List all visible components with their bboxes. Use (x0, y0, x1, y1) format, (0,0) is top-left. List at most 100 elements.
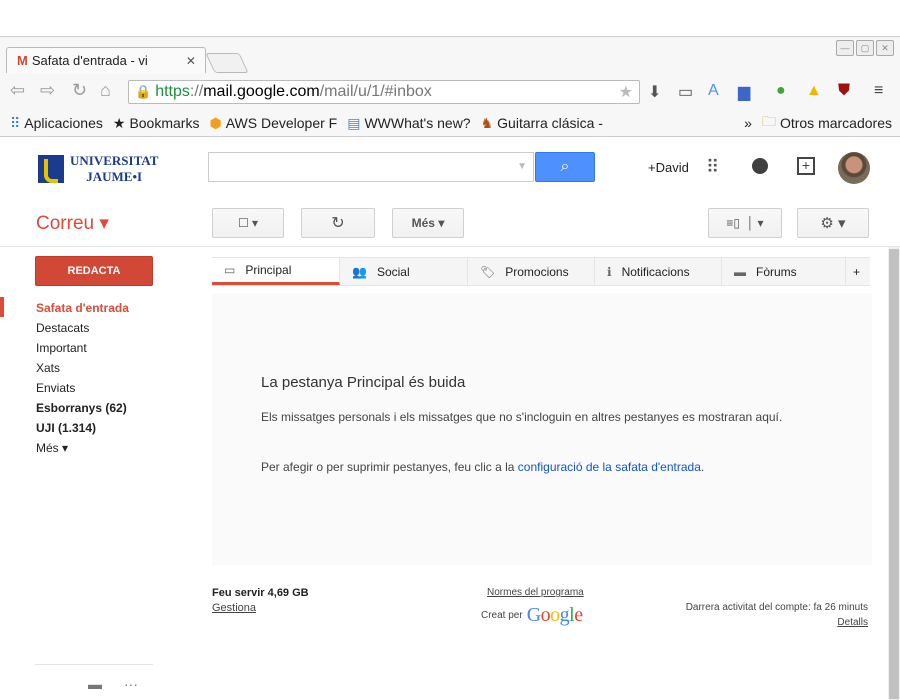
activity-text: Darrera activitat del compte: fa 26 minu… (685, 602, 868, 613)
empty-title: La pestanya Principal és buida (261, 374, 466, 391)
inbox-settings-link[interactable]: configuració de la safata d'entrada (518, 460, 701, 474)
search-icon: ⌕ (560, 158, 570, 175)
close-window-icon[interactable]: ✕ (876, 40, 894, 56)
browser-tab[interactable]: M Safata d'entrada - vi ✕ (6, 47, 206, 73)
hint-suffix: . (700, 460, 705, 474)
tab-notificacions[interactable]: ℹ Notificacions (595, 257, 722, 285)
tab-label: Promocions (505, 264, 569, 279)
drive-icon[interactable]: ▲ (806, 82, 822, 100)
search-input[interactable]: ▼ (208, 152, 534, 182)
sidebar-item-inbox[interactable]: Safata d'entrada (36, 298, 129, 318)
share-icon[interactable]: + (797, 157, 815, 175)
cast-icon[interactable]: ▭ (678, 82, 693, 102)
people-icon: 👥 (352, 264, 367, 279)
tab-social[interactable]: 👥 Social (340, 257, 468, 285)
bookmark-aws[interactable]: ⬢ AWS Developer F (209, 115, 337, 132)
home-icon[interactable]: ⌂ (100, 80, 111, 101)
bookmark-star-icon[interactable]: ★ (619, 82, 633, 102)
chrome-menu-icon[interactable]: ≡ (874, 82, 883, 100)
avatar[interactable] (838, 152, 870, 184)
program-policies-link[interactable]: Normes del programa (487, 587, 584, 598)
window-controls: — ▢ ✕ (836, 40, 894, 56)
add-tab-button[interactable]: + (846, 257, 870, 285)
bookmarks-overflow[interactable]: » (744, 115, 752, 131)
apps-launcher-icon[interactable]: ⠿ (706, 157, 719, 178)
scrollbar-thumb[interactable] (889, 249, 899, 699)
bookmark-wwwhat[interactable]: ▤ WWWhat's new? (347, 115, 470, 132)
divider (0, 246, 900, 247)
divider (35, 664, 153, 665)
url-separator: :// (189, 83, 204, 100)
back-icon[interactable]: ⇦ (10, 80, 25, 101)
sidebar-item-starred[interactable]: Destacats (36, 318, 129, 338)
bookmark-apps[interactable]: ⠿ Aplicaciones (10, 115, 103, 132)
compose-button[interactable]: REDACTA (35, 256, 153, 286)
sidebar-item-sent[interactable]: Enviats (36, 378, 129, 398)
hint-text: Per afegir o per suprimir pestanyes, feu… (261, 460, 515, 474)
tab-forums[interactable]: ▬ Fòrums (722, 257, 846, 285)
plus-user-link[interactable]: +David (648, 160, 689, 175)
details-link[interactable]: Detalls (686, 615, 868, 630)
storage-usage: Feu servir 4,69 GB (212, 587, 309, 599)
maximize-icon[interactable]: ▢ (856, 40, 874, 56)
checkbox-icon: ☐ ▾ (237, 216, 259, 230)
address-bar[interactable]: 🔒 https://mail.google.com/mail/u/1/#inbo… (128, 80, 640, 104)
bookmark-label: Guitarra clásica - (497, 115, 603, 131)
page-icon: ▤ (347, 114, 361, 131)
reload-icon[interactable]: ↻ (72, 80, 87, 101)
manage-storage-link[interactable]: Gestiona (212, 602, 256, 614)
select-checkbox-button[interactable]: ☐ ▾ (212, 208, 284, 238)
sidebar-item-chats[interactable]: Xats (36, 358, 129, 378)
extension-2d-icon[interactable]: ▆ (738, 82, 750, 102)
search-button[interactable]: ⌕ (535, 152, 595, 182)
more-dots-icon[interactable]: ··· (124, 676, 138, 692)
powered-by-text: Creat per (481, 610, 523, 621)
empty-description: Els missatges personals i els missatges … (261, 410, 783, 424)
refresh-icon: ↻ (331, 215, 345, 232)
last-activity: Darrera activitat del compte: fa 26 minu… (686, 600, 868, 630)
apps-grid-icon: ⠿ (10, 114, 21, 131)
bookmark-bookmarks[interactable]: ★ Bookmarks (113, 115, 200, 132)
lock-icon: 🔒 (135, 84, 152, 99)
uji-logo[interactable]: UNIVERSITAT JAUME•I (38, 152, 188, 186)
translate-icon[interactable]: A (708, 82, 719, 100)
tab-label: Social (376, 264, 410, 279)
gear-icon: ⚙ ▾ (820, 215, 846, 232)
density-button[interactable]: ≡▯ │ ▾ (708, 208, 782, 238)
bookmark-label: Aplicaciones (24, 115, 103, 131)
ublock-icon[interactable]: ⛊ (838, 82, 850, 100)
tag-icon: 🏷 (480, 264, 496, 279)
sidebar-item-more[interactable]: Més ▾ (36, 438, 129, 458)
bookmark-guitarra[interactable]: ♞ Guitarra clásica - (481, 115, 603, 132)
inbox-tabs: ▭ Principal 👥 Social 🏷 Promocions ℹ Notifica… (212, 257, 870, 286)
settings-button[interactable]: ⚙ ▾ (797, 208, 869, 238)
hangouts-bar: ▬ ··· (88, 676, 138, 692)
app-switcher[interactable]: Correu ▾ (36, 212, 109, 235)
forward-icon[interactable]: ⇨ (40, 80, 55, 101)
minimize-icon[interactable]: — (836, 40, 854, 56)
empty-hint: Per afegir o per suprimir pestanyes, feu… (261, 460, 704, 474)
sidebar-item-drafts[interactable]: Esborranys (62) (36, 398, 129, 418)
logo-line-2: JAUME•I (86, 169, 143, 184)
bookmark-label: WWWhat's new? (364, 115, 471, 131)
more-button[interactable]: Més ▾ (392, 208, 464, 238)
url-path: /mail/u/1/#inbox (319, 83, 432, 100)
sidebar-item-important[interactable]: Important (36, 338, 129, 358)
close-tab-icon[interactable]: ✕ (186, 54, 196, 68)
search-options-icon[interactable]: ▼ (517, 161, 527, 172)
chat-icon[interactable]: ▬ (88, 676, 102, 692)
refresh-button[interactable]: ↻ (301, 208, 375, 238)
bookmark-others[interactable]: 🗀 Otros marcadores (762, 111, 892, 135)
density-icon: ≡▯ │ ▾ (726, 216, 764, 230)
sidebar-item-uji[interactable]: UJI (1.314) (36, 418, 129, 438)
tab-principal[interactable]: ▭ Principal (212, 257, 340, 285)
extension-download-icon[interactable]: ⬇ (648, 82, 661, 102)
bookmark-label: AWS Developer F (225, 115, 338, 131)
extension-green-icon[interactable]: ● (776, 82, 786, 100)
tab-promocions[interactable]: 🏷 Promocions (468, 257, 595, 285)
bookmarks-bar: ⠿ Aplicaciones ★ Bookmarks ⬢ AWS Developer … (0, 110, 900, 137)
gmail-icon: M (17, 53, 28, 68)
notifications-icon[interactable] (752, 158, 768, 174)
scrollbar[interactable] (888, 247, 900, 700)
logo-line-1: UNIVERSITAT (70, 153, 159, 168)
